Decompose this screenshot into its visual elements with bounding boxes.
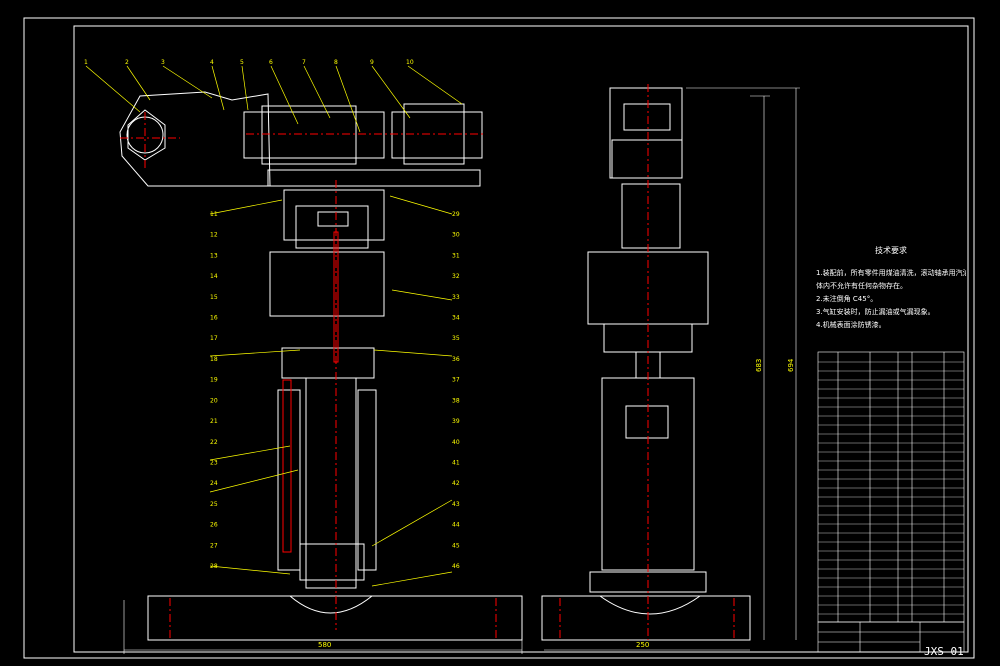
callout-number: 7 (302, 59, 306, 66)
requirement-line: 2.未注倒角 C45°。 (816, 295, 878, 303)
callout-number: 15 (210, 294, 218, 301)
callout-number: 38 (452, 397, 460, 404)
bom-table (817, 351, 965, 623)
requirement-line: 4.机械表面涂防锈漆。 (816, 321, 886, 329)
left-view-centerlines (120, 112, 497, 640)
callout-number: 12 (210, 232, 218, 239)
callout-number: 14 (210, 273, 218, 280)
callout-number: 29 (452, 211, 460, 218)
callout-number: 6 (269, 59, 273, 66)
callout-number: 11 (210, 211, 218, 218)
callout-number: 13 (210, 252, 218, 259)
callout-number: 26 (210, 522, 218, 529)
right-side-view (541, 87, 751, 641)
callout-number: 2 (125, 59, 129, 66)
callout-leaders (85, 65, 463, 587)
callout-number: 20 (210, 397, 218, 404)
left-section-view (119, 91, 523, 641)
dimension-width-left-label: 580 (318, 641, 331, 649)
requirement-line: 1.装配前，所有零件用煤油清洗，滚动轴承用汽油清洗，箱 (816, 269, 966, 277)
dimension-width-right-label: 250 (636, 641, 649, 649)
callout-number: 8 (334, 59, 338, 66)
callout-number: 9 (370, 59, 374, 66)
callout-number: 23 (210, 459, 218, 466)
callout-number: 18 (210, 356, 218, 363)
callout-number: 10 (406, 59, 414, 66)
callout-number: 17 (210, 335, 218, 342)
callout-number: 27 (210, 542, 218, 549)
callout-number: 22 (210, 439, 218, 446)
callout-number: 41 (452, 459, 460, 466)
drawing-number: JXS-01 (924, 645, 964, 658)
technical-requirements: 技术要求 1.装配前，所有零件用煤油清洗，滚动轴承用汽油清洗，箱 体内不允许有任… (816, 244, 966, 332)
callout-number: 34 (452, 315, 460, 322)
bom-rows (818, 361, 964, 615)
callout-number: 16 (210, 315, 218, 322)
callout-number: 21 (210, 418, 218, 425)
callout-number: 31 (452, 252, 460, 259)
callout-number: 4 (210, 59, 214, 66)
callout-number: 35 (452, 335, 460, 342)
callout-number: 30 (452, 232, 460, 239)
cad-drawing-sheet: 580 250 683 694 1 2 3 4 5 6 7 8 9 101112… (23, 17, 975, 659)
callout-number: 28 (210, 563, 218, 570)
requirement-line: 体内不允许有任何杂物存在。 (816, 282, 907, 290)
callout-number: 24 (210, 480, 218, 487)
callout-number: 43 (452, 501, 460, 508)
callout-number: 39 (452, 418, 460, 425)
callout-number: 1 (84, 59, 88, 66)
callout-number: 25 (210, 501, 218, 508)
callout-number: 45 (452, 542, 460, 549)
callout-number: 5 (240, 59, 244, 66)
callout-number: 40 (452, 439, 460, 446)
callout-number: 36 (452, 356, 460, 363)
inner-frame (73, 25, 969, 653)
callout-number: 32 (452, 273, 460, 280)
callout-number: 33 (452, 294, 460, 301)
callout-number: 37 (452, 377, 460, 384)
left-view-hidden-red (282, 231, 339, 553)
callout-number: 42 (452, 480, 460, 487)
callout-number: 19 (210, 377, 218, 384)
dimension-height-outer-label: 694 (787, 358, 795, 372)
dimension-height-inner-label: 683 (755, 359, 763, 372)
right-view-centerlines (559, 84, 735, 640)
technical-requirements-title: 技术要求 (875, 246, 907, 255)
callout-number: 46 (452, 563, 460, 570)
callout-number: 44 (452, 522, 460, 529)
outer-frame (23, 17, 975, 659)
requirement-line: 3.气缸安装时，防止漏油或气漏现象。 (816, 308, 935, 316)
callout-number: 3 (161, 59, 165, 66)
